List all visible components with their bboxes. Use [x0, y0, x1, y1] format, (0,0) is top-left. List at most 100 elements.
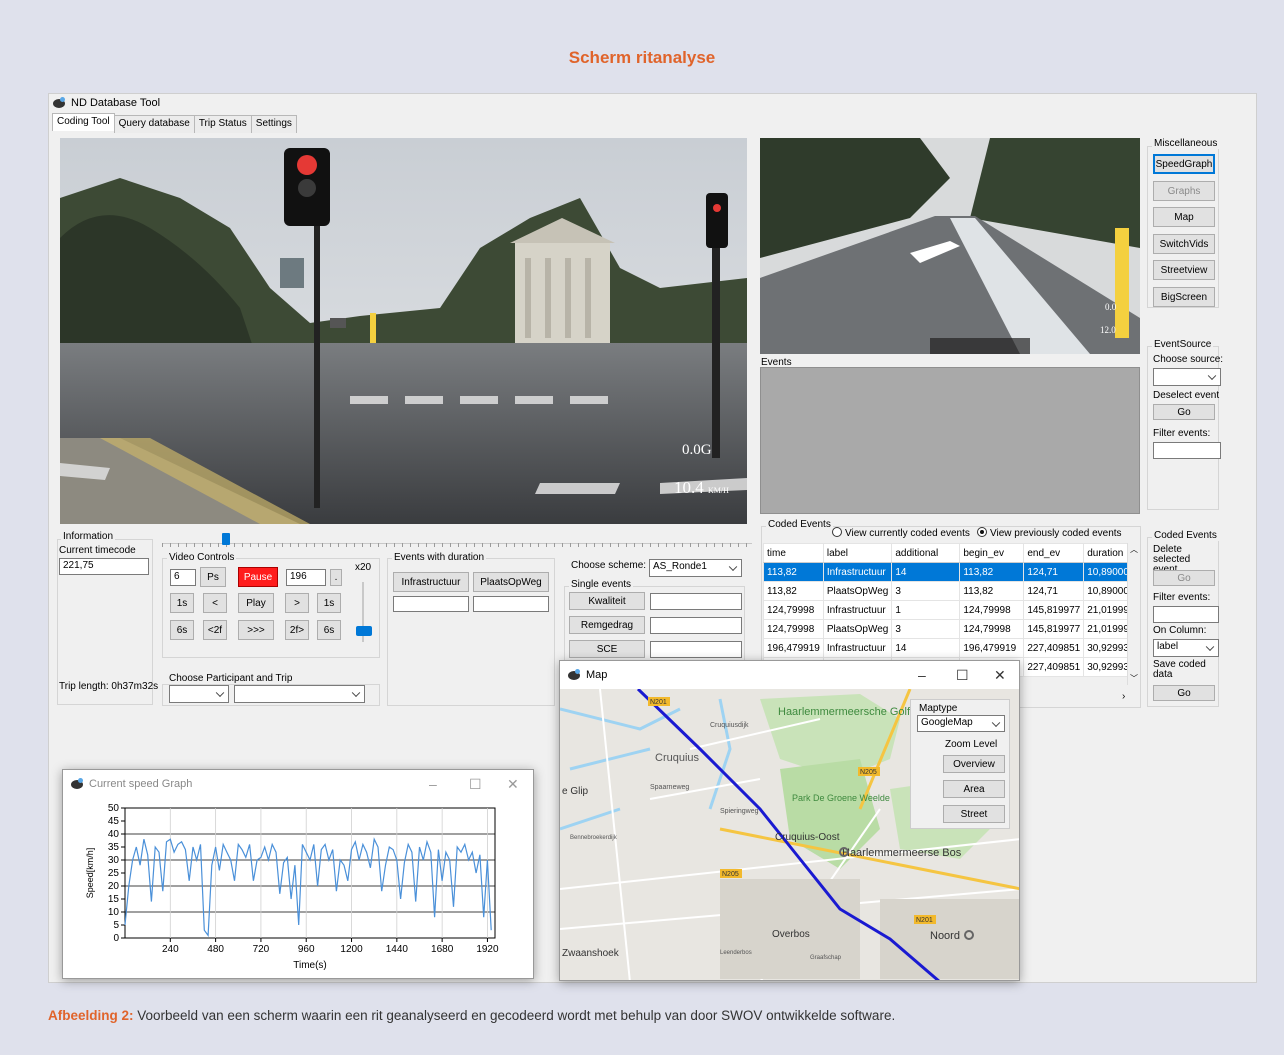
table-row[interactable]: 124,79998 Infrastructuur 1 124,79998 145,819… — [763, 600, 1139, 620]
scroll-up-icon[interactable]: ︿ — [1130, 544, 1138, 555]
map-label-haarlemmermeerse-bos: Haarlemmermeerse Bos — [842, 847, 962, 859]
misc-title: Miscellaneous — [1152, 138, 1220, 149]
x-tick-label: 1920 — [476, 944, 499, 955]
x-tick-label: 240 — [162, 944, 179, 955]
kwaliteit-button[interactable]: Kwaliteit — [569, 592, 645, 610]
streetview-button[interactable]: Streetview — [1153, 260, 1215, 280]
col-time[interactable]: time — [763, 543, 824, 563]
next-button[interactable]: > — [285, 593, 309, 613]
y-tick-label: 5 — [113, 920, 119, 931]
table-row[interactable]: 124,79998 PlaatsOpWeg 3 124,79998 145,819977… — [763, 619, 1139, 639]
events-panel[interactable] — [760, 367, 1140, 514]
speedgraph-button[interactable]: SpeedGraph — [1153, 154, 1215, 174]
col-begin[interactable]: begin_ev — [959, 543, 1025, 563]
step-input[interactable]: 6 — [170, 569, 196, 586]
main-video-gforce: 0.0G — [682, 442, 712, 458]
bigscreen-button[interactable]: BigScreen — [1153, 287, 1215, 307]
second-video-gforce: 0.0 — [1105, 302, 1117, 312]
infrastructuur-input[interactable] — [393, 596, 469, 612]
col-end[interactable]: end_ev — [1023, 543, 1085, 563]
ps-button[interactable]: Ps — [200, 567, 226, 587]
main-video[interactable]: 0.0G 10.4 KM/H — [60, 138, 747, 524]
zoom-overview-button[interactable]: Overview — [943, 755, 1005, 773]
table-header: time label additional begin_ev end_ev du… — [763, 543, 1139, 563]
coded-filter-input[interactable] — [1153, 606, 1219, 623]
delete-go-button[interactable]: Go — [1153, 570, 1215, 586]
map-label-zwaanshoek: Zwaanshoek — [562, 948, 620, 959]
cell: 124,79998 — [959, 619, 1025, 639]
infrastructuur-button[interactable]: Infrastructuur — [393, 572, 469, 592]
scheme-select[interactable]: AS_Ronde1 — [649, 559, 742, 577]
speed-window-logo-icon — [71, 778, 85, 790]
y-tick-label: 30 — [108, 855, 120, 866]
timeline-handle[interactable] — [222, 533, 230, 545]
col-additional[interactable]: additional — [891, 543, 961, 563]
graphs-button[interactable]: Graphs — [1153, 181, 1215, 201]
tab-settings[interactable]: Settings — [250, 115, 297, 133]
close-icon[interactable]: ✕ — [507, 776, 519, 793]
timecode-label: Current timecode — [59, 545, 136, 556]
table-row[interactable]: 113,82 PlaatsOpWeg 3 113,82 124,71 10,89000 — [763, 581, 1139, 601]
play-button[interactable]: Play — [238, 593, 274, 613]
remgedrag-button[interactable]: Remgedrag — [569, 616, 645, 634]
trip-select[interactable] — [234, 685, 365, 703]
back-2f-button[interactable]: <2f — [203, 620, 227, 640]
cell: 14 — [891, 638, 961, 658]
sce-input[interactable] — [650, 641, 742, 658]
deselect-go-button[interactable]: Go — [1153, 404, 1215, 420]
timecode-input[interactable]: 221,75 — [59, 558, 149, 575]
speed-window-titlebar: Current speed Graph – ☐ ✕ — [63, 770, 533, 798]
frame-input[interactable]: 196 — [286, 569, 326, 586]
scroll-right-icon[interactable]: › — [1122, 691, 1125, 702]
fast-forward-button[interactable]: >>> — [238, 620, 274, 640]
kwaliteit-input[interactable] — [650, 593, 742, 610]
forward-2f-button[interactable]: 2f> — [285, 620, 309, 640]
maximize-icon[interactable]: ☐ — [956, 667, 969, 684]
forward-1s-button[interactable]: 1s — [317, 593, 341, 613]
maptype-select[interactable]: GoogleMap — [917, 715, 1005, 732]
prev-button[interactable]: < — [203, 593, 227, 613]
close-icon[interactable]: ✕ — [994, 667, 1006, 684]
speed-graph-window: Current speed Graph – ☐ ✕ 0 5 10 15 20 25 30 35… — [62, 769, 534, 979]
forward-6s-button[interactable]: 6s — [317, 620, 341, 640]
road-label-n201-2: N201 — [916, 917, 933, 924]
plaatsopweg-input[interactable] — [473, 596, 549, 612]
minimize-icon[interactable]: – — [918, 667, 926, 683]
table-row[interactable]: 196,479919 Infrastructuur 14 196,479919 227,… — [763, 638, 1139, 658]
zoom-street-button[interactable]: Street — [943, 805, 1005, 823]
caption-text: Voorbeeld van een scherm waarin een rit … — [133, 1008, 896, 1023]
tab-trip-status[interactable]: Trip Status — [193, 115, 252, 133]
dot-button[interactable]: . — [330, 569, 342, 586]
remgedrag-input[interactable] — [650, 617, 742, 634]
map-button[interactable]: Map — [1153, 207, 1215, 227]
filter-events-input[interactable] — [1153, 442, 1221, 459]
save-go-button[interactable]: Go — [1153, 685, 1215, 701]
tab-query-database[interactable]: Query database — [113, 115, 195, 133]
second-video[interactable]: 0.0 12.0 — [760, 138, 1140, 354]
y-tick-label: 20 — [108, 881, 120, 892]
plaatsopweg-button[interactable]: PlaatsOpWeg — [473, 572, 549, 592]
table-scrollbar[interactable]: ︿ ﹀ — [1127, 543, 1139, 685]
sce-button[interactable]: SCE — [569, 640, 645, 658]
switchvids-button[interactable]: SwitchVids — [1153, 234, 1215, 254]
col-label[interactable]: label — [822, 543, 893, 563]
pause-button[interactable]: Pause — [238, 567, 278, 587]
column-select[interactable]: label — [1153, 639, 1219, 657]
tab-bar: Coding Tool Query database Trip Status S… — [52, 113, 297, 133]
back-6s-button[interactable]: 6s — [170, 620, 194, 640]
maximize-icon[interactable]: ☐ — [469, 776, 482, 793]
back-1s-button[interactable]: 1s — [170, 593, 194, 613]
map-label-cruquiusdijk: Cruquiusdijk — [710, 722, 749, 729]
x-tick-label: 1200 — [340, 944, 363, 955]
participant-select[interactable] — [169, 685, 229, 703]
coded-events-table[interactable]: time label additional begin_ev end_ev du… — [763, 543, 1139, 677]
minimize-icon[interactable]: – — [429, 776, 437, 792]
table-row[interactable]: 113,82 Infrastructuur 14 113,82 124,71 10,890… — [763, 562, 1139, 582]
zoom-area-button[interactable]: Area — [943, 780, 1005, 798]
cell: 14 — [891, 562, 961, 582]
tab-coding-tool[interactable]: Coding Tool — [52, 113, 115, 131]
timeline-slider[interactable] — [162, 533, 752, 547]
scroll-down-icon[interactable]: ﹀ — [1130, 673, 1138, 684]
speed-slider-handle[interactable] — [356, 626, 372, 636]
source-select[interactable] — [1153, 368, 1221, 386]
